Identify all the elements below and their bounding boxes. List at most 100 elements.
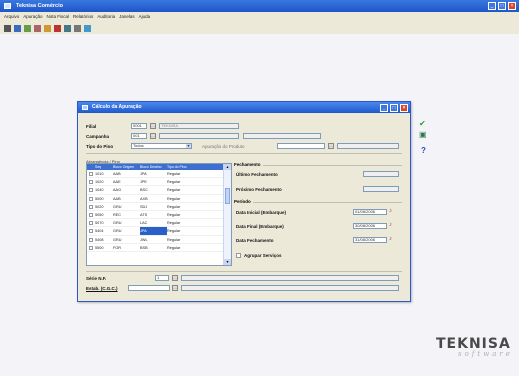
menu-ajuda[interactable]: Ajuda xyxy=(139,12,151,22)
produto-desc-field xyxy=(337,143,399,149)
campanha-lookup-button[interactable]: … xyxy=(150,133,156,139)
menu-janelas[interactable]: Janelas xyxy=(119,12,135,22)
cell-destino: JPA xyxy=(140,172,147,176)
cell-seq: 5050 xyxy=(95,212,104,217)
tipo-pino-select[interactable]: Todos ▼ xyxy=(131,143,192,149)
cell-origem: AAB xyxy=(113,196,121,201)
calendar-icon[interactable]: ♪ xyxy=(389,208,395,214)
print-icon[interactable] xyxy=(34,24,41,32)
apuracao-produto-label: Apuração do Produto xyxy=(202,144,245,149)
report-icon[interactable] xyxy=(64,24,71,32)
serie-desc-field xyxy=(181,275,399,281)
menu-auditoria[interactable]: Auditoria xyxy=(97,12,115,22)
cell-tipo: Regular xyxy=(167,221,181,226)
table-row[interactable]: 1020 AAE JPE Regular xyxy=(87,178,231,187)
teknisa-logo: TEKNISA software xyxy=(436,336,518,358)
cell-origem: REC xyxy=(113,212,122,217)
row-checkbox[interactable] xyxy=(89,229,93,234)
row-checkbox[interactable] xyxy=(89,204,93,209)
fechamento-group-label: Fechamento xyxy=(234,162,263,167)
row-checkbox[interactable] xyxy=(89,221,93,226)
exit-icon[interactable] xyxy=(4,24,11,32)
help-icon[interactable]: ? xyxy=(421,146,426,155)
cell-tipo: Regular xyxy=(167,245,181,250)
save-icon[interactable] xyxy=(14,24,21,32)
scroll-up-icon[interactable]: ▲ xyxy=(224,164,231,170)
chevron-down-icon[interactable]: ▼ xyxy=(186,144,191,148)
serie-nf-field[interactable]: 1 xyxy=(155,275,169,281)
proximo-fechamento-label: Próximo Fechamento xyxy=(236,187,282,192)
calculate-icon[interactable]: ▣ xyxy=(419,130,427,139)
agrupar-servicos-checkbox[interactable] xyxy=(236,253,241,258)
produto-lookup-button[interactable]: … xyxy=(328,143,334,149)
cell-tipo: Regular xyxy=(167,172,181,176)
row-checkbox[interactable] xyxy=(89,212,93,217)
data-inicial-field[interactable]: 01/08/2006 xyxy=(353,209,387,215)
calendar-icon[interactable]: ♪ xyxy=(389,222,395,228)
menu-arquivo[interactable]: Arquivo xyxy=(4,12,19,22)
row-checkbox[interactable] xyxy=(89,180,93,185)
app-icon xyxy=(4,3,11,9)
filial-code-field[interactable]: 0001 xyxy=(131,123,147,129)
row-checkbox[interactable] xyxy=(89,188,93,193)
minimize-icon[interactable]: _ xyxy=(488,2,496,10)
estab-field[interactable] xyxy=(128,285,170,291)
data-inicial-label: Data Inicial (Embarque) xyxy=(236,210,287,215)
periodo-group: Período xyxy=(234,199,402,204)
estab-lookup-button[interactable]: … xyxy=(172,285,178,291)
maximize-icon[interactable]: □ xyxy=(498,2,506,10)
cell-destino: JWL xyxy=(140,237,148,242)
cell-destino: BSC xyxy=(140,188,148,193)
menubar: Arquivo Apuração Nota Fiscal Relatórios … xyxy=(0,12,519,22)
cell-origem: GRU xyxy=(113,221,122,226)
help-icon[interactable] xyxy=(84,24,91,32)
calendar-icon[interactable]: ♪ xyxy=(389,236,395,242)
table-icon[interactable] xyxy=(24,24,31,32)
tipo-pino-value: Todos xyxy=(133,143,144,148)
menu-nota-fiscal[interactable]: Nota Fiscal xyxy=(47,12,70,22)
estab-label[interactable]: Estab. (C.G.C.) xyxy=(86,286,118,291)
table-row[interactable]: 5000 AAB AXB Regular xyxy=(87,195,231,203)
serie-lookup-button[interactable]: … xyxy=(172,275,178,281)
row-checkbox[interactable] xyxy=(89,172,93,176)
table-row-selected[interactable]: 5404 GRU JPA Regular xyxy=(87,227,231,236)
scroll-down-icon[interactable]: ▼ xyxy=(224,259,231,265)
cell-seq: 5020 xyxy=(95,204,104,209)
table-row[interactable]: 5500 FOR BSB Regular xyxy=(87,244,231,252)
row-checkbox[interactable] xyxy=(89,237,93,242)
dialog-icon xyxy=(82,105,88,110)
filial-label: Filial xyxy=(86,124,97,129)
table-row[interactable]: 1010 AAB JPA Regular xyxy=(87,170,231,179)
window-controls: _ □ × xyxy=(488,2,516,10)
row-checkbox[interactable] xyxy=(89,245,93,250)
data-fechamento-field[interactable]: 31/08/2006 xyxy=(353,237,387,243)
scroll-thumb[interactable] xyxy=(225,188,230,204)
close-icon[interactable]: × xyxy=(508,2,516,10)
data-final-field[interactable]: 30/08/2006 xyxy=(353,223,387,229)
config-icon[interactable] xyxy=(74,24,81,32)
row-checkbox[interactable] xyxy=(89,196,93,201)
cell-origem: FOR xyxy=(113,245,122,250)
cell-origem: AAB xyxy=(113,172,121,176)
cell-seq: 1010 xyxy=(95,172,104,176)
dialog-titlebar: Cálculo da Apuração _ □ × xyxy=(78,102,410,113)
table-row[interactable]: 1040 AAG BSC Regular xyxy=(87,186,231,195)
filial-lookup-button[interactable]: … xyxy=(150,123,156,129)
minimize-icon[interactable]: _ xyxy=(380,104,388,112)
logo-tag: software xyxy=(458,350,513,358)
table-row[interactable]: 5050 REC ATS Regular xyxy=(87,211,231,220)
apuracao-produto-field[interactable] xyxy=(277,143,325,149)
grid-scrollbar[interactable]: ▲ ▼ xyxy=(223,164,231,265)
campanha-code-field[interactable]: 001 xyxy=(131,133,147,139)
maximize-icon[interactable]: □ xyxy=(390,104,398,112)
table-row[interactable]: 5020 GRU SDJ Regular xyxy=(87,203,231,211)
table-row[interactable]: 5408 GRU JWL Regular xyxy=(87,236,231,244)
close-icon[interactable]: × xyxy=(400,104,408,112)
menu-apuracao[interactable]: Apuração xyxy=(23,12,42,22)
filter-icon[interactable] xyxy=(44,24,51,32)
confirm-check-icon[interactable]: ✔ xyxy=(419,119,426,128)
menu-relatorios[interactable]: Relatórios xyxy=(73,12,93,22)
table-row[interactable]: 5070 GRU LAC Regular xyxy=(87,219,231,228)
cell-origem: AAG xyxy=(113,188,122,193)
delete-icon[interactable] xyxy=(54,24,61,32)
